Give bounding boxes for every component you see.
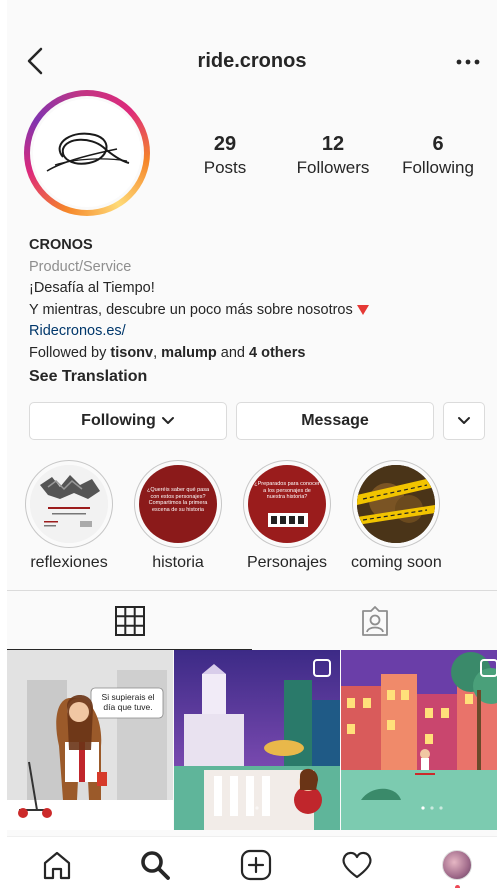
profile-name: CRONOS [29,237,93,253]
following-button[interactable]: Following [29,402,227,440]
followers-label: Followers [296,158,370,177]
chevron-down-icon [161,417,174,424]
post-thumbnail[interactable] [174,650,340,830]
posts-value: 29 [213,133,237,155]
heart-icon [342,851,372,879]
home-icon [43,851,71,880]
highlight-personajes[interactable]: ¿Preparados para conocer a los personaje… [242,460,332,572]
more-options-button[interactable] [453,50,483,70]
bio-line-2-row: Y mientras, descubre un poco más sobre n… [29,300,489,322]
nav-profile[interactable] [437,845,477,888]
highlight-historia[interactable]: ¿Queréis saber qué pasa con estos person… [133,460,223,572]
tab-posts-grid[interactable] [7,591,252,651]
post-thumbnail[interactable]: Si supierais el día que tuve. [7,650,173,830]
profile-stats: 29 Posts 12 Followers 6 Following [177,133,487,183]
posts-grid: Si supierais el día que tuve. [7,650,497,830]
see-translation-link[interactable]: See Translation [29,366,489,388]
highlight-reflexiones[interactable]: reflexiones [24,460,114,572]
post-thumbnail[interactable] [341,650,497,830]
profile-screen: ride.cronos 29 Posts 12 Followers 6 Foll… [7,0,497,888]
tab-tagged[interactable] [252,591,497,651]
following-value: 6 [432,133,444,155]
profile-bio: CRONOS Product/Service ¡Desafía al Tiemp… [29,235,489,388]
bottom-navigation [7,836,497,888]
nav-home[interactable] [37,845,77,885]
followed-by[interactable]: Followed by tisonv, malump and 4 others [29,343,489,365]
highlight-cover: ¿Preparados para conocer a los personaje… [248,465,326,543]
bio-link[interactable]: Ridecronos.es/ [29,321,489,343]
tagged-user-icon [361,606,388,636]
followers-count[interactable]: 12 Followers [285,133,381,178]
following-button-label: Following [81,412,156,429]
profile-category: Product/Service [29,258,132,275]
followed-user-2[interactable]: malump [161,345,217,361]
suggested-accounts-button[interactable] [443,402,485,440]
posts-count[interactable]: 29 Posts [185,133,265,178]
posts-label: Posts [203,158,247,177]
post-caption: Si supierais el día que tuve. [101,692,155,712]
message-button[interactable]: Message [236,402,434,440]
highlight-coming-soon[interactable]: coming soon [351,460,442,572]
highlight-cover [30,465,108,543]
more-horizontal-icon [456,59,480,65]
profile-avatar[interactable] [24,90,150,216]
profile-username: ride.cronos [197,50,307,72]
followed-and: and [216,344,250,361]
followers-value: 12 [321,133,345,155]
highlight-cover-text: ¿Queréis saber qué pasa con estos person… [146,487,210,513]
nav-search[interactable] [135,845,175,885]
profile-tabs [7,590,497,650]
top-bar: ride.cronos [7,36,497,86]
message-button-label: Message [301,412,369,429]
cronos-logo [33,99,141,207]
add-post-icon [240,849,272,881]
nav-activity[interactable] [337,845,377,885]
followed-others[interactable]: 4 others [249,345,305,361]
grid-icon [114,606,145,636]
profile-avatar-icon [442,850,472,880]
highlight-label: Personajes [246,554,328,571]
followed-by-prefix: Followed by [29,344,111,361]
followed-user-1[interactable]: tisonv [110,345,153,361]
bio-line-1: ¡Desafía al Tiempo! [29,280,155,296]
highlight-cover [357,465,435,543]
followed-separator: , [153,344,162,361]
highlight-cover: ¿Queréis saber qué pasa con estos person… [139,465,217,543]
highlight-label: reflexiones [30,554,108,571]
following-label: Following [402,158,474,177]
highlight-label: coming soon [351,554,442,571]
bio-line-2: Y mientras, descubre un poco más sobre n… [29,301,353,318]
following-count[interactable]: 6 Following [393,133,483,178]
red-triangle-icon [356,304,369,315]
highlight-label: historia [152,554,204,571]
search-icon [141,851,170,880]
nav-new-post[interactable] [236,845,276,885]
highlight-cover-text: ¿Preparados para conocer a los personaje… [254,481,320,500]
chevron-down-icon [458,417,470,424]
